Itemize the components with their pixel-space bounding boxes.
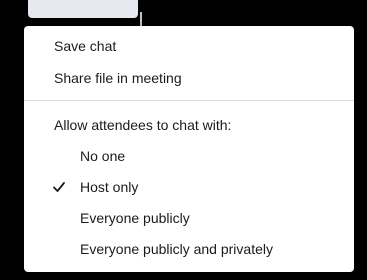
option-everyone-publicly[interactable]: Everyone publicly	[80, 209, 190, 227]
option-no-one[interactable]: No one	[80, 147, 125, 165]
background-toolbar	[28, 0, 138, 18]
menu-separator	[24, 100, 354, 101]
chat-options-menu: Save chat Share file in meeting Allow at…	[24, 26, 354, 272]
menu-item-save-chat[interactable]: Save chat	[54, 37, 116, 55]
menu-item-share-file[interactable]: Share file in meeting	[54, 69, 182, 87]
option-host-only[interactable]: Host only	[80, 178, 138, 196]
checkmark-icon	[53, 182, 65, 192]
option-everyone-publicly-and-privately[interactable]: Everyone publicly and privately	[80, 240, 273, 258]
chat-permission-heading: Allow attendees to chat with:	[54, 117, 232, 133]
